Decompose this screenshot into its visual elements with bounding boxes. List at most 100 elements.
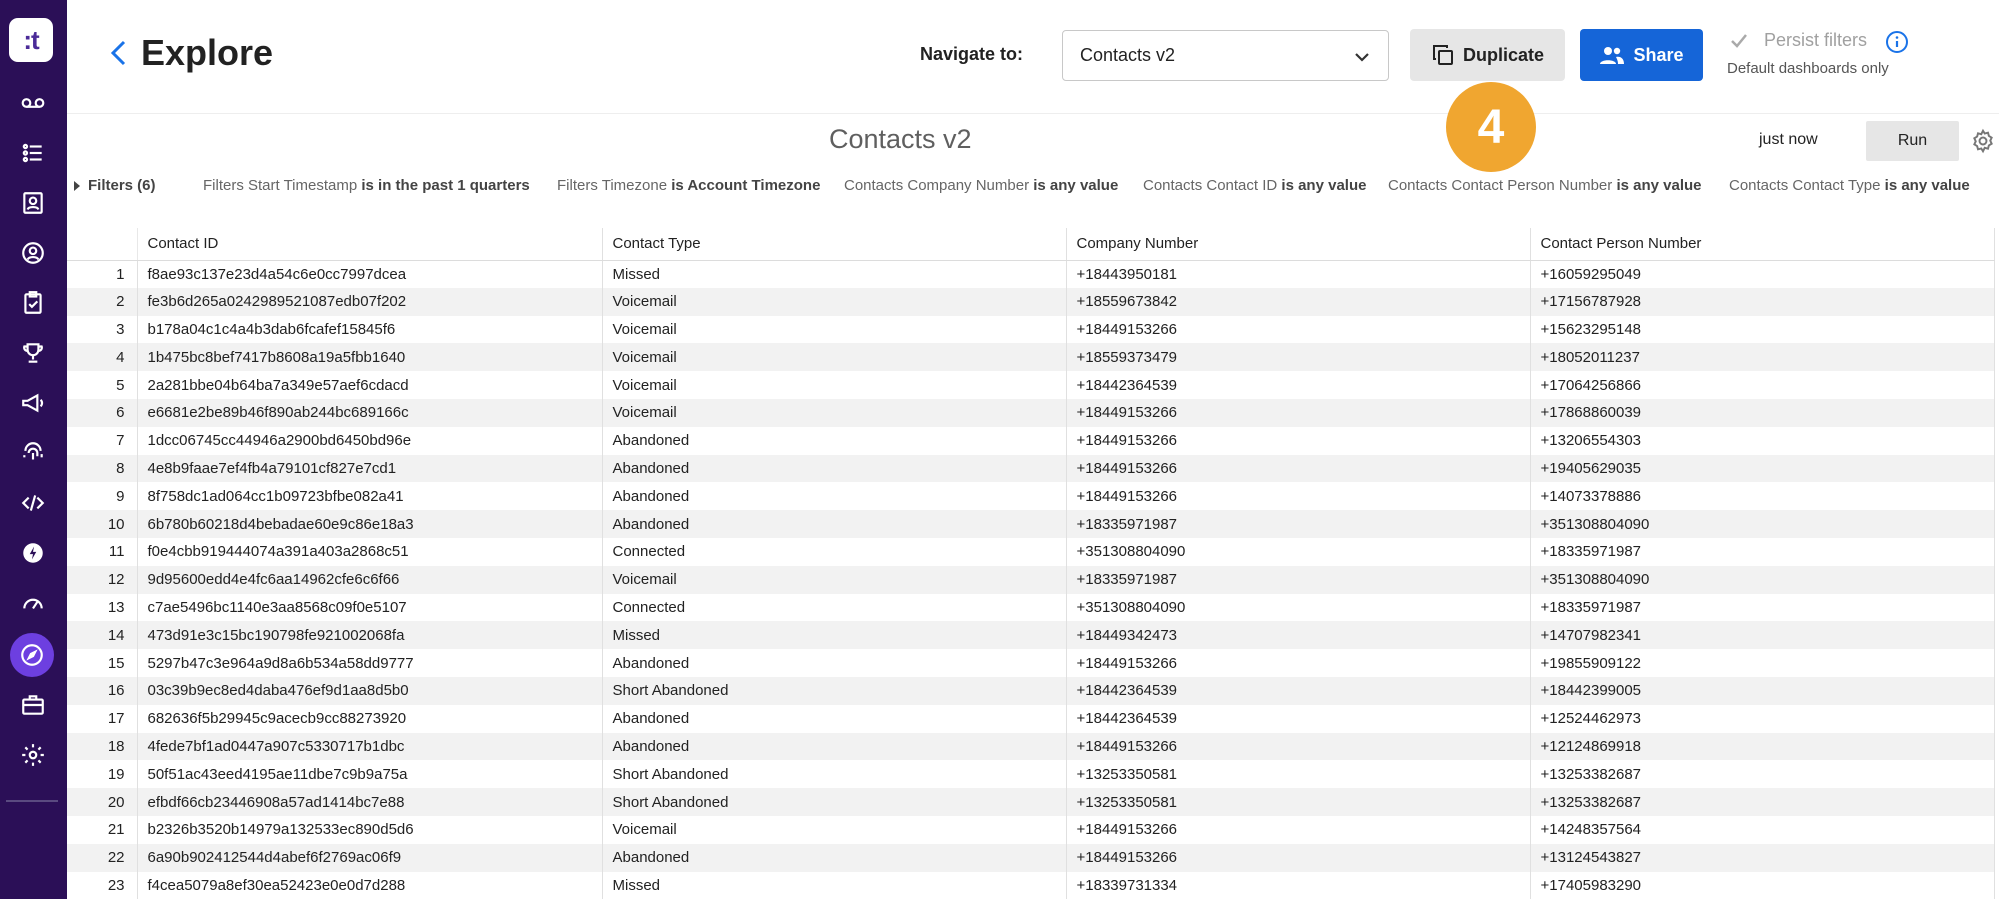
filters-toggle-label: Filters (6) <box>88 177 156 194</box>
table-cell: +18442364539 <box>1066 704 1531 733</box>
table-row[interactable]: 10 6b780b60218d4bebadae60e9c86e18a3 Abando… <box>67 510 1995 538</box>
table-row[interactable]: 20 efbdf66cb23446908a57ad1414bc7e88 Short … <box>67 788 1995 816</box>
trophy-icon[interactable] <box>14 334 52 372</box>
table-cell: f4cea5079a8ef30ea52423e0e0d7d288 <box>137 871 603 899</box>
table-row[interactable]: 4 1b475bc8bef7417b8608a19a5fbb1640 Voicema… <box>67 343 1995 372</box>
table-cell: Abandoned <box>602 843 1067 872</box>
table-cell: efbdf66cb23446908a57ad1414bc7e88 <box>137 788 603 816</box>
table-cell: +14248357564 <box>1530 815 1995 844</box>
table-cell: +18449153266 <box>1066 843 1531 872</box>
table-row[interactable]: 19 50f51ac43eed4195ae11dbe7c9b9a75a Short … <box>67 760 1995 789</box>
table-cell: 1b475bc8bef7417b8608a19a5fbb1640 <box>137 343 603 372</box>
table-cell: +19405629035 <box>1530 454 1995 483</box>
row-number: 15 <box>67 649 138 677</box>
info-icon[interactable] <box>1885 30 1909 54</box>
fingerprint-icon[interactable] <box>14 434 52 472</box>
filter-condition: is in the past 1 quarters <box>361 177 530 194</box>
gear-icon[interactable] <box>14 736 52 774</box>
table-row[interactable]: 3 b178a04c1c4a4b3dab6fcafef15845f6 Voicema… <box>67 315 1995 344</box>
table-cell: Voicemail <box>602 565 1067 594</box>
filters-toggle[interactable]: Filters (6) <box>74 177 156 194</box>
table-cell: c7ae5496bc1140e3aa8568c09f0e5107 <box>137 593 603 622</box>
table-row[interactable]: 6 e6681e2be89b46f890ab244bc689166c Voicema… <box>67 398 1995 427</box>
filter-condition: is any value <box>1033 177 1119 194</box>
clipboard-icon[interactable] <box>14 284 52 322</box>
table-row[interactable]: 22 6a90b902412544d4abef6f2769ac06f9 Abando… <box>67 843 1995 872</box>
list-icon[interactable] <box>14 134 52 172</box>
table-cell: +17405983290 <box>1530 871 1995 899</box>
table-row[interactable]: 14 473d91e3c15bc190798fe921002068fa Missed… <box>67 621 1995 650</box>
table-row[interactable]: 21 b2326b3520b14979a132533ec890d5d6 Voicem… <box>67 815 1995 844</box>
navigate-label: Navigate to: <box>920 44 1024 64</box>
table-row[interactable]: 17 682636f5b29945c9acecb9cc88273920 Abando… <box>67 704 1995 733</box>
table-cell: b178a04c1c4a4b3dab6fcafef15845f6 <box>137 315 603 344</box>
settings-gear-icon[interactable] <box>1970 128 1996 154</box>
table-row[interactable]: 9 8f758dc1ad064cc1b09723bfbe082a41 Abandon… <box>67 482 1995 511</box>
table-row[interactable]: 18 4fede7bf1ad0447a907c5330717b1dbc Abando… <box>67 732 1995 761</box>
table-cell: +18335971987 <box>1530 593 1995 622</box>
column-header[interactable]: Contact ID <box>137 228 603 261</box>
persist-filters-checkbox[interactable] <box>1728 30 1750 52</box>
persist-filters-label: Persist filters <box>1764 30 1868 50</box>
table-cell: Short Abandoned <box>602 676 1067 705</box>
column-header[interactable]: Contact Type <box>602 228 1067 261</box>
table-row[interactable]: 13 c7ae5496bc1140e3aa8568c09f0e5107 Connec… <box>67 593 1995 622</box>
table-cell: +18559373479 <box>1066 343 1531 372</box>
duplicate-button[interactable]: Duplicate <box>1410 29 1565 81</box>
table-row[interactable]: 2 fe3b6d265a0242989521087edb07f202 Voicema… <box>67 287 1995 316</box>
table-cell: +18449153266 <box>1066 815 1531 844</box>
table-cell: +18335971987 <box>1066 565 1531 594</box>
navigate-select[interactable]: Contacts v2 <box>1062 30 1389 81</box>
filter-chip[interactable]: Contacts Company Number is any value <box>844 177 1118 194</box>
table-row[interactable]: 1 f8ae93c137e23d4a54c6e0cc7997dcea Missed +… <box>67 260 1995 288</box>
row-number: 2 <box>67 287 138 316</box>
table-row[interactable]: 12 9d95600edd4e4fc6aa14962cfe6c6f66 Voicem… <box>67 565 1995 594</box>
table-row[interactable]: 5 2a281bbe04b64ba7a349e57aef6cdacd Voicema… <box>67 371 1995 399</box>
code-icon[interactable] <box>14 484 52 522</box>
megaphone-icon[interactable] <box>14 384 52 422</box>
filter-chip[interactable]: Filters Start Timestamp is in the past 1… <box>203 177 530 194</box>
results-table: Contact ID Contact Type Company Number C… <box>67 228 1999 899</box>
table-cell: +14707982341 <box>1530 621 1995 650</box>
table-row[interactable]: 15 5297b47c3e964a9d8a6b534a58dd9777 Abando… <box>67 649 1995 677</box>
table-cell: Abandoned <box>602 510 1067 538</box>
table-cell: Abandoned <box>602 482 1067 511</box>
back-chevron-icon[interactable] <box>106 38 132 68</box>
table-cell: Voicemail <box>602 371 1067 399</box>
share-button[interactable]: Share <box>1580 29 1703 81</box>
app-logo[interactable]: :t <box>9 18 53 62</box>
filter-chip[interactable]: Filters Timezone is Account Timezone <box>557 177 820 194</box>
row-number: 17 <box>67 704 138 733</box>
table-cell: +12124869918 <box>1530 732 1995 761</box>
table-cell: Connected <box>602 537 1067 566</box>
filter-chip[interactable]: Contacts Contact ID is any value <box>1143 177 1366 194</box>
table-cell: Abandoned <box>602 426 1067 455</box>
contact-card-icon[interactable] <box>14 184 52 222</box>
table-cell: +16059295049 <box>1530 260 1995 288</box>
table-cell: Abandoned <box>602 649 1067 677</box>
column-header[interactable]: Company Number <box>1066 228 1531 261</box>
voicemail-icon[interactable] <box>14 84 52 122</box>
column-header[interactable]: Contact Person Number <box>1530 228 1995 261</box>
filter-chip[interactable]: Contacts Contact Type is any value <box>1729 177 1970 194</box>
table-cell: +18449153266 <box>1066 426 1531 455</box>
filter-chip[interactable]: Contacts Contact Person Number is any va… <box>1388 177 1702 194</box>
duplicate-label: Duplicate <box>1462 44 1545 65</box>
table-row[interactable]: 7 1dcc06745cc44946a2900bd6450bd96e Abandon… <box>67 426 1995 455</box>
gauge-icon[interactable] <box>14 584 52 622</box>
table-row[interactable]: 23 f4cea5079a8ef30ea52423e0e0d7d288 Missed… <box>67 871 1995 899</box>
lightning-icon[interactable] <box>14 534 52 572</box>
table-cell: 682636f5b29945c9acecb9cc88273920 <box>137 704 603 733</box>
table-cell: 6b780b60218d4bebadae60e9c86e18a3 <box>137 510 603 538</box>
table-header-row: Contact ID Contact Type Company Number C… <box>67 228 1995 261</box>
table-row[interactable]: 8 4e8b9faae7ef4fb4a79101cf827e7cd1 Abandon… <box>67 454 1995 483</box>
table-cell: +17064256866 <box>1530 371 1995 399</box>
table-cell: Voicemail <box>602 398 1067 427</box>
compass-icon[interactable] <box>10 633 54 677</box>
table-row[interactable]: 11 f0e4cbb919444074a391a403a2868c51 Connec… <box>67 537 1995 566</box>
table-cell: +18449153266 <box>1066 454 1531 483</box>
agent-icon[interactable] <box>14 234 52 272</box>
briefcase-icon[interactable] <box>14 686 52 724</box>
run-button[interactable]: Run <box>1866 121 1959 161</box>
table-row[interactable]: 16 03c39b9ec8ed4daba476ef9d1aa8d5b0 Short … <box>67 676 1995 705</box>
